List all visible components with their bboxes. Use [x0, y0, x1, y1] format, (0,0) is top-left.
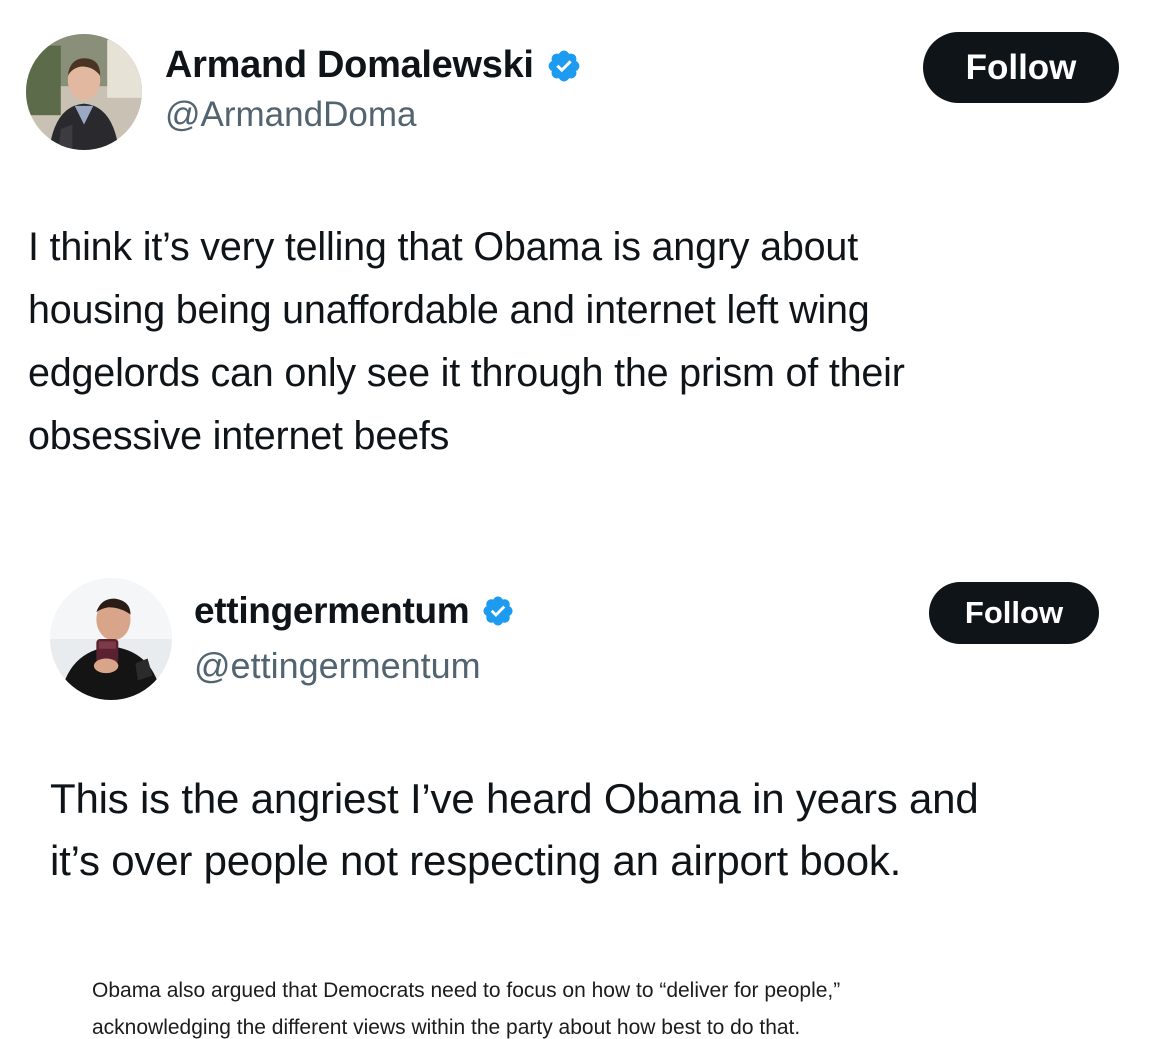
outer-tweet-text: I think it’s very telling that Obama is …: [28, 216, 1128, 468]
outer-author-name-row: Armand Domalewski: [165, 44, 582, 87]
tweet-text-line: it’s over people not respecting an airpo…: [50, 837, 902, 884]
article-snippet-line: Obama also argued that Democrats need to…: [92, 979, 841, 1002]
tweet-text-line: I think it’s very telling that Obama is …: [28, 225, 858, 269]
outer-follow-button[interactable]: Follow: [923, 32, 1119, 103]
quoted-tweet-text: This is the angriest I’ve heard Obama in…: [50, 768, 1130, 892]
outer-author-display-name[interactable]: Armand Domalewski: [165, 44, 534, 87]
quoted-follow-button[interactable]: Follow: [929, 582, 1099, 644]
quoted-author-avatar[interactable]: [50, 578, 172, 700]
outer-author-avatar[interactable]: [26, 34, 142, 150]
quoted-author-name-row: ettingermentum: [194, 590, 515, 632]
tweet-text-line: obsessive internet beefs: [28, 414, 450, 458]
tweet-text-line: edgelords can only see it through the pr…: [28, 351, 905, 395]
verified-badge-icon: [546, 48, 582, 84]
article-snippet-line: acknowledging the different views within…: [92, 1016, 801, 1039]
verified-badge-icon: [481, 594, 515, 628]
tweet-text-line: This is the angriest I’ve heard Obama in…: [50, 775, 979, 822]
person-with-mug-avatar-icon: [50, 578, 172, 700]
person-portrait-avatar-icon: [26, 34, 142, 150]
screenshot-page: Armand Domalewski @ArmandDoma Follow I t…: [0, 0, 1170, 1039]
tweet-text-line: housing being unaffordable and internet …: [28, 288, 870, 332]
article-snippet-image: Obama also argued that Democrats need to…: [92, 972, 1092, 1039]
quoted-author-display-name[interactable]: ettingermentum: [194, 590, 470, 632]
quoted-author-handle[interactable]: @ettingermentum: [194, 645, 481, 687]
outer-author-handle[interactable]: @ArmandDoma: [165, 95, 416, 135]
